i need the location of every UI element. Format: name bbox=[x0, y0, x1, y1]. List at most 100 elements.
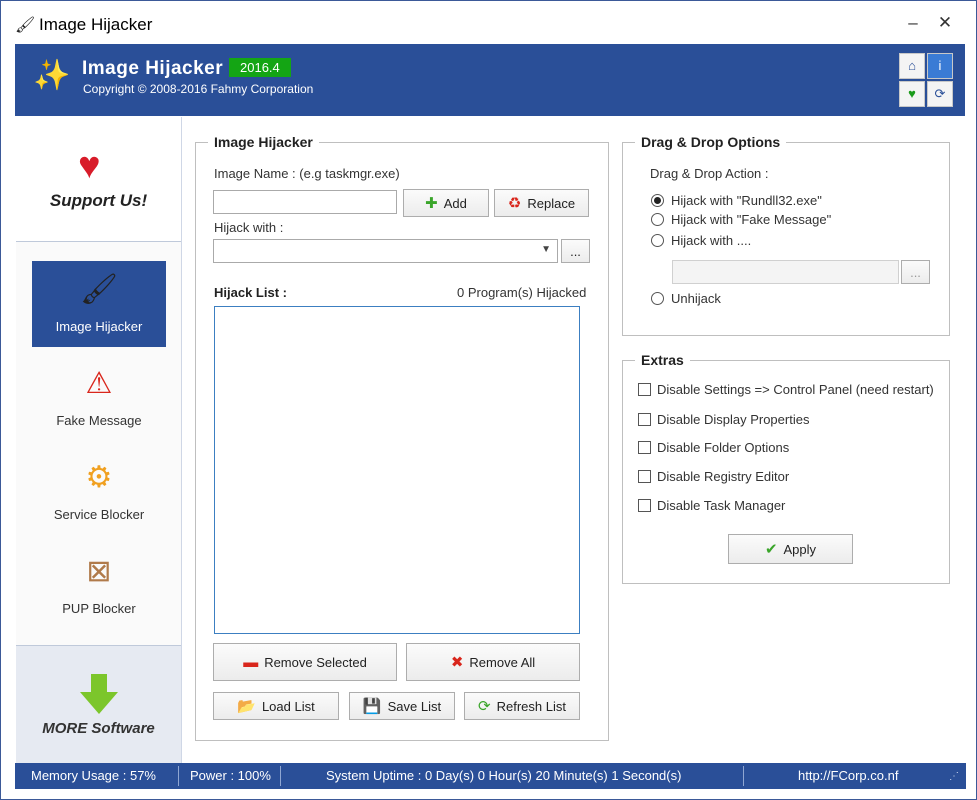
remove-all-button[interactable]: ✖ Remove All bbox=[406, 643, 580, 681]
save-list-button[interactable]: 💾 Save List bbox=[349, 692, 455, 720]
replace-label: Replace bbox=[527, 195, 576, 211]
wand-logo-icon: ✨ bbox=[33, 59, 71, 92]
refresh-list-label: Refresh List bbox=[496, 698, 566, 714]
title-bar: 🖌 Image Hijacker – ✕ bbox=[1, 1, 976, 43]
remove-all-label: Remove All bbox=[469, 654, 536, 670]
home-icon[interactable]: ⌂ bbox=[899, 53, 925, 79]
more-software-panel[interactable]: MORE Software bbox=[16, 645, 181, 764]
radio-label: Hijack with .... bbox=[671, 233, 752, 248]
radio-rundll32[interactable] bbox=[651, 194, 664, 207]
more-software-label: MORE Software bbox=[42, 720, 155, 737]
header-banner: ✨ Image Hijacker 2016.4 Copyright © 2008… bbox=[15, 44, 965, 116]
sidebar: ♥ Support Us! 🖌 Image Hijacker ⚠ Fake Me… bbox=[16, 117, 182, 764]
hijack-count: 0 Program(s) Hijacked bbox=[457, 285, 587, 300]
update-icon[interactable]: ⟳ bbox=[927, 81, 953, 107]
sidebar-item-pup-blocker[interactable]: ⊠ PUP Blocker bbox=[32, 543, 166, 629]
checkbox-label: Disable Settings => Control Panel (need … bbox=[657, 382, 934, 397]
radio-label: Unhijack bbox=[671, 291, 721, 306]
radio-custom[interactable] bbox=[651, 234, 664, 247]
app-icon: 🖌 bbox=[15, 17, 36, 34]
sidebar-item-service-blocker[interactable]: ⚙ Service Blocker bbox=[32, 449, 166, 535]
status-bar: Memory Usage : 57% Power : 100% System U… bbox=[15, 763, 966, 789]
resize-grip-icon[interactable]: ⋰ bbox=[949, 771, 959, 782]
hijack-with-label: Hijack with : bbox=[214, 220, 284, 235]
box-blocked-icon: ⊠ bbox=[86, 555, 112, 588]
wand-icon: 🖌 bbox=[79, 273, 119, 306]
sidebar-item-label: PUP Blocker bbox=[62, 601, 136, 616]
status-divider bbox=[280, 766, 281, 786]
app-name: Image Hijacker bbox=[82, 58, 224, 79]
warning-icon: ⚠ bbox=[85, 367, 113, 400]
sidebar-item-fake-message[interactable]: ⚠ Fake Message bbox=[32, 355, 166, 441]
minus-icon: ▬ bbox=[243, 653, 259, 671]
refresh-icon: ⟳ bbox=[478, 697, 491, 715]
group-title: Drag & Drop Options bbox=[635, 134, 787, 150]
apply-button[interactable]: ✔ Apply bbox=[728, 534, 853, 564]
add-label: Add bbox=[443, 195, 467, 211]
app-window: 🖌 Image Hijacker – ✕ ✨ Image Hijacker 20… bbox=[0, 0, 977, 800]
radio-label: Hijack with "Rundll32.exe" bbox=[671, 193, 822, 208]
drag-drop-action-label: Drag & Drop Action : bbox=[650, 166, 769, 181]
group-title: Image Hijacker bbox=[208, 134, 319, 150]
custom-hijack-input bbox=[672, 260, 899, 284]
gear-icon: ⚙ bbox=[85, 461, 113, 494]
status-divider bbox=[178, 766, 179, 786]
folder-icon: 📂 bbox=[237, 697, 256, 715]
hijack-with-select[interactable]: ▼ bbox=[213, 239, 558, 263]
plus-icon: ✚ bbox=[425, 194, 438, 212]
window-title: Image Hijacker bbox=[39, 15, 153, 34]
remove-selected-label: Remove Selected bbox=[264, 654, 367, 670]
refresh-list-button[interactable]: ⟳ Refresh List bbox=[464, 692, 580, 720]
support-us-panel[interactable]: ♥ Support Us! bbox=[16, 117, 181, 242]
hijack-list-label: Hijack List : bbox=[214, 285, 287, 300]
heart-plus-icon[interactable]: ♥ bbox=[899, 81, 925, 107]
close-button[interactable]: ✕ bbox=[935, 13, 955, 33]
replace-button[interactable]: ♻ Replace bbox=[494, 189, 589, 217]
sidebar-item-label: Service Blocker bbox=[53, 507, 145, 522]
remove-selected-button[interactable]: ▬ Remove Selected bbox=[213, 643, 397, 681]
chevron-down-icon: ▼ bbox=[541, 244, 551, 255]
checkmark-icon: ✔ bbox=[764, 540, 778, 558]
copyright-text: Copyright © 2008-2016 Fahmy Corporation bbox=[83, 82, 314, 96]
checkbox-disable-display[interactable] bbox=[638, 413, 651, 426]
save-list-label: Save List bbox=[387, 698, 442, 714]
checkbox-disable-folder-options[interactable] bbox=[638, 441, 651, 454]
minimize-button[interactable]: – bbox=[903, 13, 923, 33]
group-title: Extras bbox=[635, 352, 690, 368]
load-list-button[interactable]: 📂 Load List bbox=[213, 692, 339, 720]
checkbox-disable-task-manager[interactable] bbox=[638, 499, 651, 512]
floppy-icon: 💾 bbox=[362, 697, 382, 715]
apply-label: Apply bbox=[783, 541, 817, 557]
hijack-with-browse-button[interactable]: ... bbox=[561, 239, 590, 263]
checkbox-label: Disable Display Properties bbox=[657, 412, 810, 427]
image-name-label: Image Name : (e.g taskmgr.exe) bbox=[214, 166, 400, 181]
memory-usage: Memory Usage : 57% bbox=[31, 768, 156, 783]
sidebar-item-label: Image Hijacker bbox=[55, 319, 143, 334]
radio-label: Hijack with "Fake Message" bbox=[671, 212, 832, 227]
support-us-label: Support Us! bbox=[49, 191, 148, 210]
website-link[interactable]: http://FCorp.co.nf bbox=[798, 768, 898, 783]
down-arrow-icon bbox=[80, 674, 118, 714]
sidebar-item-label: Fake Message bbox=[56, 413, 142, 428]
version-badge: 2016.4 bbox=[229, 58, 291, 77]
checkbox-label: Disable Registry Editor bbox=[657, 469, 790, 484]
add-button[interactable]: ✚ Add bbox=[403, 189, 489, 217]
image-name-input[interactable] bbox=[213, 190, 397, 214]
status-divider bbox=[743, 766, 744, 786]
power-status: Power : 100% bbox=[190, 768, 271, 783]
checkbox-disable-registry[interactable] bbox=[638, 470, 651, 483]
info-icon[interactable]: i bbox=[927, 53, 953, 79]
x-icon: ✖ bbox=[450, 653, 464, 671]
checkbox-label: Disable Folder Options bbox=[657, 440, 790, 455]
sidebar-item-image-hijacker[interactable]: 🖌 Image Hijacker bbox=[32, 261, 166, 347]
load-list-label: Load List bbox=[261, 698, 315, 714]
checkbox-label: Disable Task Manager bbox=[657, 498, 786, 513]
radio-unhijack[interactable] bbox=[651, 292, 664, 305]
replace-icon: ♻ bbox=[507, 194, 522, 212]
heart-icon: ♥ bbox=[78, 145, 101, 187]
checkbox-disable-settings[interactable] bbox=[638, 383, 651, 396]
custom-browse-button: ... bbox=[901, 260, 930, 284]
radio-fake-message[interactable] bbox=[651, 213, 664, 226]
hijack-list[interactable] bbox=[214, 306, 580, 634]
system-uptime: System Uptime : 0 Day(s) 0 Hour(s) 20 Mi… bbox=[326, 768, 682, 783]
